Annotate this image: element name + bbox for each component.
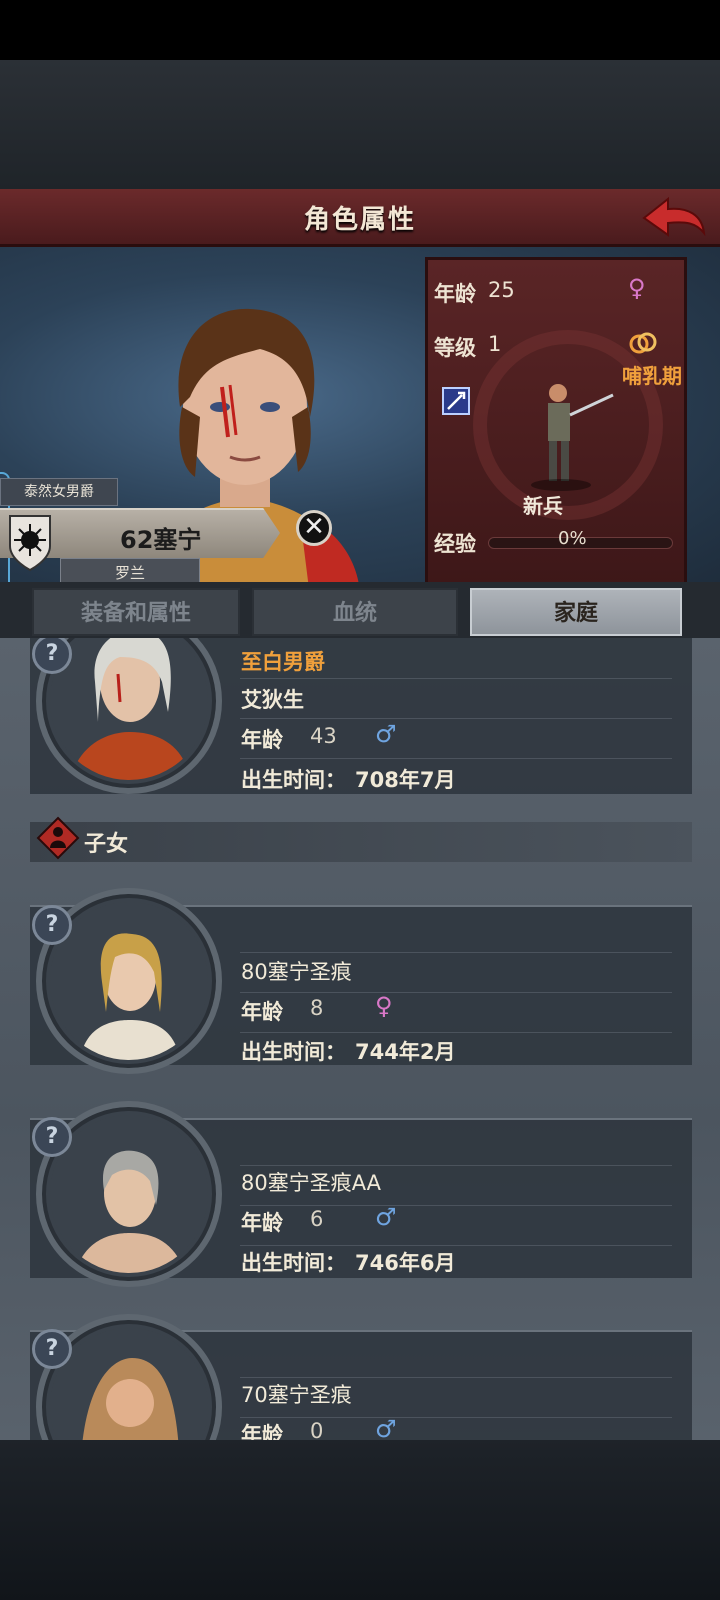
child-name-1: 80塞宁圣痕	[241, 960, 352, 984]
status-bar	[0, 0, 720, 60]
spouse-birth-label: 出生时间：	[241, 768, 346, 792]
header-bar: 角色属性	[0, 189, 720, 247]
help-icon[interactable]: ?	[32, 1329, 72, 1369]
tab-bloodline[interactable]: 血统	[252, 588, 458, 636]
character-title-tag: 泰然女男爵	[0, 478, 118, 506]
navigation-bar	[0, 1440, 720, 1600]
spouse-birth: 708年7月	[355, 768, 456, 792]
age-value: 25	[488, 278, 515, 302]
help-icon[interactable]: ?	[32, 905, 72, 945]
help-icon[interactable]: ?	[32, 1117, 72, 1157]
spouse-title: 至白男爵	[241, 650, 325, 674]
child-portrait-1	[50, 902, 208, 1060]
children-section-label: 子女	[84, 832, 129, 857]
spouse-portrait	[50, 638, 208, 780]
spouse-age: 43	[310, 724, 337, 748]
female-icon: ♀	[375, 992, 393, 1020]
male-icon: ♂	[375, 720, 397, 748]
tab-bar: 装备和属性 血统 家庭	[0, 582, 720, 638]
child-birth-1: 744年2月	[355, 1040, 456, 1064]
level-value: 1	[488, 332, 502, 356]
exp-value: 0%	[558, 528, 587, 549]
child-age-1: 8	[310, 996, 324, 1020]
sword-skill-icon[interactable]	[442, 387, 470, 415]
female-icon: ♀	[628, 274, 646, 302]
child-age-2: 6	[310, 1207, 324, 1231]
level-label: 等级	[434, 336, 476, 360]
tab-equipment[interactable]: 装备和属性	[32, 588, 240, 636]
child-name-3: 70塞宁圣痕	[241, 1383, 352, 1407]
child-age-3: 0	[310, 1419, 324, 1440]
child-birth-label-1: 出生时间：	[241, 1040, 346, 1064]
backdrop	[0, 60, 720, 190]
child-birth-label-2: 出生时间：	[241, 1251, 346, 1275]
page-title: 角色属性	[303, 205, 416, 235]
close-button[interactable]: ✕	[296, 510, 332, 546]
child-age-label-3: 年龄	[241, 1423, 283, 1440]
back-arrow-icon[interactable]	[638, 193, 708, 243]
child-portrait-2	[50, 1115, 208, 1273]
wedding-rings-icon	[629, 332, 657, 354]
child-name-2: 80塞宁圣痕AA	[241, 1171, 382, 1195]
character-name: 62塞宁	[120, 526, 202, 554]
child-age-label-2: 年龄	[241, 1211, 283, 1235]
male-icon: ♂	[375, 1415, 397, 1440]
class-name: 新兵	[523, 494, 563, 518]
children-icon	[36, 816, 80, 860]
spouse-name: 艾狄生	[241, 688, 304, 712]
tab-family[interactable]: 家庭	[470, 588, 682, 636]
stats-panel: 年龄 25 ♀ 等级 1 哺乳期 新兵 经验 0%	[425, 257, 687, 592]
age-label: 年龄	[434, 282, 476, 306]
child-age-label-1: 年龄	[241, 1000, 283, 1024]
spouse-age-label: 年龄	[241, 728, 283, 752]
child-3-clip: ? 70塞宁圣痕 年龄 0 ♂	[0, 1300, 720, 1440]
class-figure	[531, 384, 614, 491]
child-portrait-3	[50, 1328, 208, 1440]
exp-label: 经验	[434, 532, 476, 556]
house-crest-icon	[9, 515, 51, 572]
life-stage: 哺乳期	[622, 364, 682, 388]
children-section-bar	[30, 822, 692, 862]
child-birth-2: 746年6月	[355, 1251, 456, 1275]
male-icon: ♂	[375, 1203, 397, 1231]
